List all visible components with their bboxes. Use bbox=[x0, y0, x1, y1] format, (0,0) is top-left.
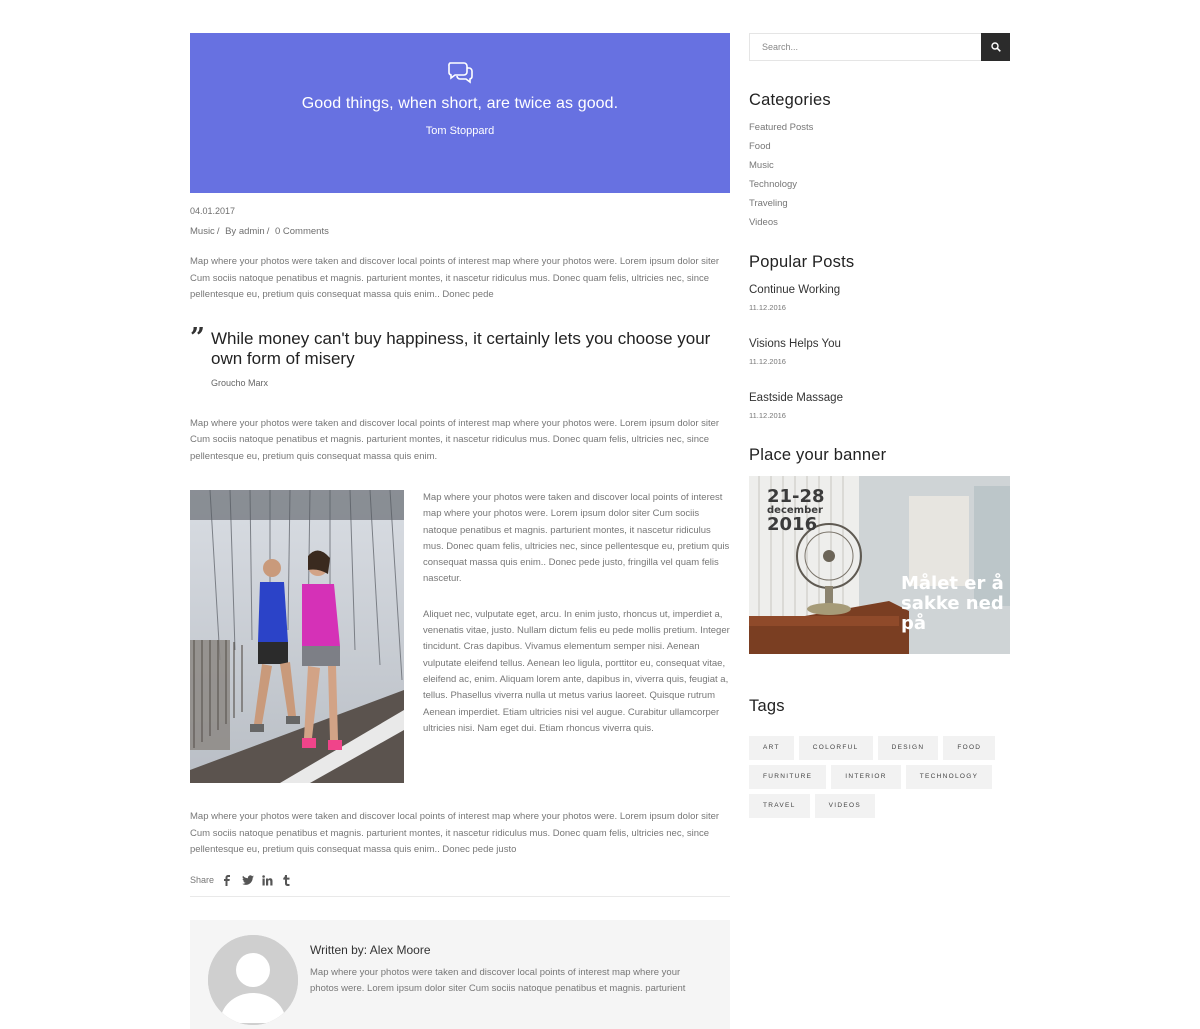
category-item[interactable]: Traveling bbox=[749, 194, 1010, 213]
avatar bbox=[208, 934, 298, 1025]
blockquote-text: While money can't buy happiness, it cert… bbox=[211, 328, 711, 368]
quote-banner: Good things, when short, are twice as go… bbox=[190, 33, 730, 193]
post-paragraph: Map where your photos were taken and dis… bbox=[190, 256, 720, 300]
banner-slogan: Målet er å sakke ned på bbox=[901, 573, 1004, 634]
categories-title: Categories bbox=[749, 91, 831, 109]
post-author-link[interactable]: admin bbox=[239, 226, 265, 237]
author-name: Written by: Alex Moore bbox=[310, 942, 431, 957]
blockquote-author: Groucho Marx bbox=[211, 377, 269, 388]
tag[interactable]: INTERIOR bbox=[831, 765, 901, 789]
category-item[interactable]: Videos bbox=[749, 213, 1010, 232]
popular-post-date: 11.12.2016 bbox=[749, 411, 786, 420]
speech-bubbles-icon bbox=[446, 59, 474, 85]
banner-date-range: 21-28 bbox=[767, 486, 825, 507]
post-meta: Music / By admin/ 0 Comments bbox=[190, 226, 329, 237]
by-prefix: By bbox=[225, 226, 237, 237]
tags-title: Tags bbox=[749, 697, 785, 715]
tag[interactable]: TECHNOLOGY bbox=[905, 765, 993, 789]
post-paragraph: Map where your photos were taken and dis… bbox=[190, 417, 720, 462]
twitter-icon[interactable] bbox=[242, 874, 256, 886]
post-category-link[interactable]: Music bbox=[190, 226, 215, 237]
search-input[interactable] bbox=[749, 33, 981, 61]
banner-widget: Place your banner 21-28 december 2016 Må… bbox=[749, 446, 1010, 654]
media-paragraph: Map where your photos were taken and dis… bbox=[423, 492, 730, 585]
banner-quote-author: Tom Stoppard bbox=[425, 125, 495, 137]
media-text: Map where your photos were taken and dis… bbox=[423, 490, 730, 737]
media-paragraph: Aliquet nec, vulputate eget, arcu. In en… bbox=[423, 608, 730, 734]
sidebar: Categories Featured Posts Food Music Tec… bbox=[749, 33, 1010, 823]
author-info: Written by: Alex Moore Map where your ph… bbox=[310, 943, 710, 998]
category-list: Featured Posts Food Music Technology Tra… bbox=[749, 118, 1010, 232]
tag[interactable]: TRAVEL bbox=[749, 794, 810, 818]
popular-post-title[interactable]: Visions Helps You bbox=[749, 338, 1010, 350]
quote-mark-icon: ” bbox=[190, 322, 205, 353]
banner-image[interactable]: 21-28 december 2016 Målet er å sakke ned… bbox=[749, 476, 1010, 654]
banner-quote-text: Good things, when short, are twice as go… bbox=[301, 95, 619, 112]
author-box: Written by: Alex Moore Map where your ph… bbox=[190, 919, 730, 1029]
banner-title: Place your banner bbox=[749, 446, 887, 464]
facebook-icon[interactable] bbox=[222, 874, 236, 886]
popular-post: Eastside Massage 11.12.2016 bbox=[749, 392, 1010, 430]
popular-post: Continue Working 11.12.2016 bbox=[749, 284, 1010, 322]
post-column: Good things, when short, are twice as go… bbox=[190, 33, 730, 1029]
linkedin-icon[interactable] bbox=[262, 874, 276, 886]
tag[interactable]: FURNITURE bbox=[749, 765, 827, 789]
runners-image bbox=[190, 490, 404, 783]
tag[interactable]: FOOD bbox=[943, 736, 996, 760]
banner-year: 2016 bbox=[767, 514, 818, 535]
post-comments-link[interactable]: 0 Comments bbox=[275, 226, 329, 237]
category-item[interactable]: Featured Posts bbox=[749, 118, 1010, 137]
category-item[interactable]: Technology bbox=[749, 175, 1010, 194]
popular-post-date: 11.12.2016 bbox=[749, 303, 786, 312]
search-button[interactable] bbox=[981, 33, 1010, 61]
popular-post: Visions Helps You 11.12.2016 bbox=[749, 338, 1010, 376]
categories-widget: Categories Featured Posts Food Music Tec… bbox=[749, 91, 1010, 232]
share-row: Share bbox=[190, 874, 730, 897]
tumblr-icon[interactable] bbox=[282, 874, 296, 886]
tags-widget: Tags ART COLORFUL DESIGN FOOD FURNITURE … bbox=[749, 697, 1010, 823]
search-icon bbox=[990, 40, 1001, 55]
post-date: 04.01.2017 bbox=[190, 206, 236, 216]
media-row: Map where your photos were taken and dis… bbox=[190, 490, 730, 783]
popular-posts-widget: Popular Posts Continue Working 11.12.201… bbox=[749, 253, 1010, 430]
banner-dates: 21-28 december 2016 bbox=[767, 486, 825, 535]
tag[interactable]: DESIGN bbox=[877, 736, 939, 760]
tag[interactable]: COLORFUL bbox=[798, 736, 873, 760]
blockquote: ” While money can't buy happiness, it ce… bbox=[190, 325, 730, 389]
search-box bbox=[749, 33, 1010, 61]
popular-post-date: 11.12.2016 bbox=[749, 357, 786, 366]
category-item[interactable]: Music bbox=[749, 156, 1010, 175]
share-label: Share bbox=[190, 874, 215, 885]
popular-posts-title: Popular Posts bbox=[749, 253, 855, 271]
tag-cloud: ART COLORFUL DESIGN FOOD FURNITURE INTER… bbox=[749, 736, 1010, 823]
post-paragraph: Map where your photos were taken and dis… bbox=[190, 811, 720, 855]
popular-post-title[interactable]: Eastside Massage bbox=[749, 392, 1010, 404]
category-item[interactable]: Food bbox=[749, 137, 1010, 156]
popular-post-title[interactable]: Continue Working bbox=[749, 284, 1010, 296]
author-bio: Map where your photos were taken and dis… bbox=[310, 966, 686, 994]
tag[interactable]: VIDEOS bbox=[814, 794, 875, 818]
tag[interactable]: ART bbox=[749, 736, 794, 760]
